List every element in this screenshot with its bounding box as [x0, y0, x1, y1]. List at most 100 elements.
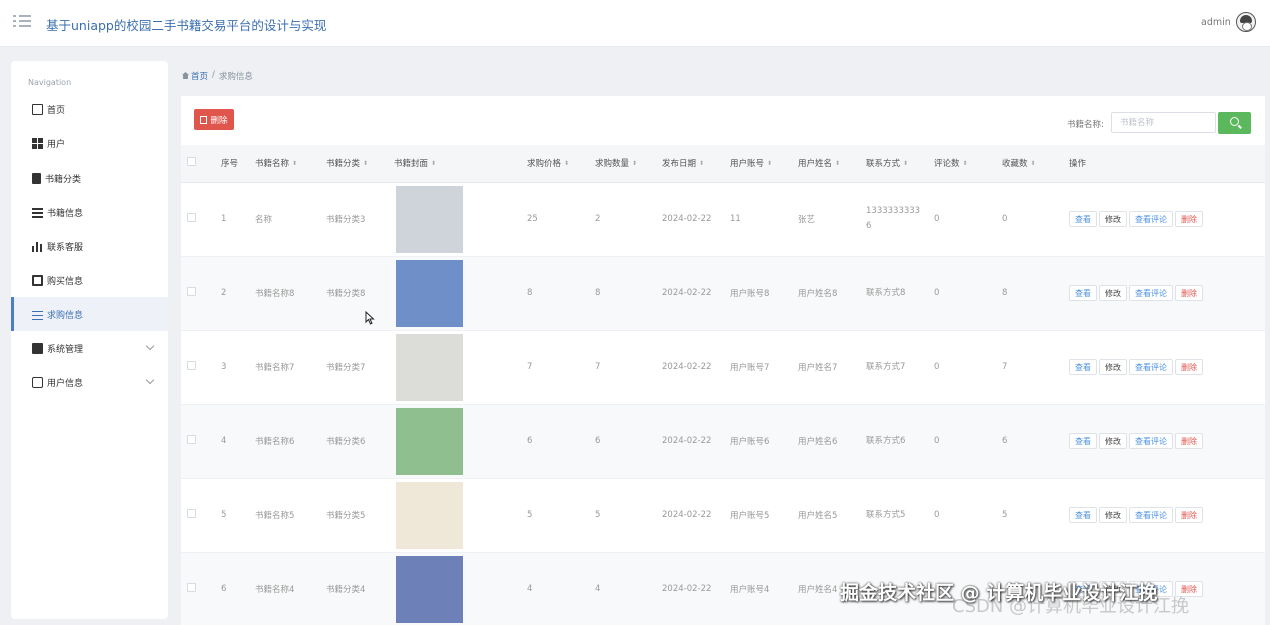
cell-username: 张艺 [792, 182, 860, 257]
col-header[interactable]: 求购数量 ⬍ [589, 145, 656, 183]
sidebar-item-wanted[interactable]: 求购信息 [11, 297, 168, 331]
sidebar-item-label: 书籍分类 [45, 174, 82, 185]
cell-name: 书籍名称8 [249, 256, 320, 331]
chart-icon [32, 342, 43, 354]
home-icon [32, 103, 43, 115]
cell-contact: 联系方式6 [860, 404, 928, 479]
batch-delete-button[interactable]: 删除 [194, 109, 234, 130]
search-input[interactable] [1111, 112, 1216, 133]
edit-button[interactable]: 修改 [1099, 507, 1127, 523]
cell-account: 用户账号6 [724, 404, 792, 479]
edit-button[interactable]: 修改 [1099, 211, 1127, 227]
sidebar-item-system[interactable]: 系统管理 [11, 331, 168, 365]
sidebar-item-home[interactable]: 首页 [11, 92, 168, 126]
cell-qty: 6 [589, 404, 656, 479]
search-button[interactable] [1218, 112, 1251, 134]
cell-date: 2024-02-22 [656, 478, 724, 553]
col-header[interactable]: 书籍名称 ⬍ [249, 145, 320, 183]
cell-name: 名称 [249, 182, 320, 257]
breadcrumb-current: 求购信息 [218, 72, 253, 82]
col-header[interactable]: 联系方式 ⬍ [860, 145, 928, 183]
cell-cover [388, 330, 521, 405]
cell-price: 8 [521, 256, 589, 331]
cell-price: 7 [521, 330, 589, 405]
view-comments-button[interactable]: 查看评论 [1129, 211, 1173, 227]
cell-comments: 0 [928, 478, 996, 553]
sidebar-item-label: 联系客服 [47, 242, 84, 253]
sidebar-item-book-info[interactable]: 书籍信息 [11, 195, 168, 229]
book-cover-image [396, 481, 463, 549]
cell-cover [388, 256, 521, 331]
col-header[interactable]: 评论数 ⬍ [928, 145, 996, 183]
book-cover-image [396, 259, 463, 327]
view-button[interactable]: 查看 [1069, 507, 1097, 523]
table-row: 1 名称 书籍分类3 25 2 2024-02-22 11 张艺 13333333336 0 0 查看… [181, 182, 1265, 257]
delete-row-button[interactable]: 删除 [1175, 211, 1203, 227]
sidebar-item-book-category[interactable]: 书籍分类 [11, 161, 168, 195]
view-comments-button[interactable]: 查看评论 [1129, 507, 1173, 523]
cell-comments: 0 [928, 404, 996, 479]
cell-username: 用户姓名6 [792, 404, 860, 479]
cell-qty: 4 [589, 552, 656, 625]
cell-category: 书籍分类4 [320, 552, 388, 625]
sidebar-item-users[interactable]: 用户 [11, 126, 168, 160]
row-checkbox[interactable] [181, 182, 215, 257]
col-header[interactable]: 用户姓名 ⬍ [792, 145, 860, 183]
home-icon [182, 72, 189, 79]
view-comments-button[interactable]: 查看评论 [1129, 285, 1173, 301]
col-header[interactable]: 发布日期 ⬍ [656, 145, 724, 183]
cell-cover [388, 552, 521, 625]
col-header: 操作 [1063, 145, 1265, 183]
wanted-table: 序号 书籍名称 ⬍ 书籍分类 ⬍ 书籍封面 ⬍ 求购价格 ⬍ 求购数量 ⬍ 发布日期 ⬍ 用… [181, 145, 1265, 625]
col-header[interactable]: 书籍封面 ⬍ [388, 145, 521, 183]
cell-cover [388, 182, 521, 257]
sidebar-item-label: 书籍信息 [47, 208, 84, 219]
edit-button[interactable]: 修改 [1099, 285, 1127, 301]
col-header[interactable]: 用户账号 ⬍ [724, 145, 792, 183]
avatar[interactable] [1236, 12, 1256, 32]
col-header[interactable]: 收藏数 ⬍ [996, 145, 1063, 183]
delete-row-button[interactable]: 删除 [1175, 507, 1203, 523]
cell-contact: 联系方式7 [860, 330, 928, 405]
view-comments-button[interactable]: 查看评论 [1129, 433, 1173, 449]
edit-button[interactable]: 修改 [1099, 433, 1127, 449]
delete-row-button[interactable]: 删除 [1175, 359, 1203, 375]
view-button[interactable]: 查看 [1069, 359, 1097, 375]
row-checkbox[interactable] [181, 404, 215, 479]
cell-actions: 查看 修改 查看评论 删除 [1063, 478, 1265, 553]
book-cover-image [396, 555, 463, 623]
sidebar-item-purchases[interactable]: 购买信息 [11, 263, 168, 297]
book-icon [32, 172, 41, 184]
cell-actions: 查看 修改 查看评论 删除 [1063, 404, 1265, 479]
cell-favorites: 6 [996, 404, 1063, 479]
view-button[interactable]: 查看 [1069, 285, 1097, 301]
breadcrumb-home[interactable]: 首页 [182, 70, 208, 82]
cell-contact: 联系方式8 [860, 256, 928, 331]
grid-icon [32, 137, 43, 149]
col-header[interactable]: 书籍分类 ⬍ [320, 145, 388, 183]
view-button[interactable]: 查看 [1069, 211, 1097, 227]
cell-price: 4 [521, 552, 589, 625]
col-header: 序号 [215, 145, 249, 183]
row-checkbox[interactable] [181, 330, 215, 405]
search-label: 书籍名称: [1067, 120, 1104, 130]
user-name[interactable]: admin [1201, 17, 1231, 28]
delete-row-button[interactable]: 删除 [1175, 285, 1203, 301]
bar-chart-icon [32, 240, 43, 252]
col-header[interactable]: 求购价格 ⬍ [521, 145, 589, 183]
list-icon [32, 206, 43, 218]
row-checkbox[interactable] [181, 552, 215, 625]
book-cover-image [396, 185, 463, 253]
view-button[interactable]: 查看 [1069, 433, 1097, 449]
cell-account: 用户账号5 [724, 478, 792, 553]
select-all-checkbox[interactable] [181, 145, 215, 183]
edit-button[interactable]: 修改 [1099, 359, 1127, 375]
delete-row-button[interactable]: 删除 [1175, 433, 1203, 449]
view-comments-button[interactable]: 查看评论 [1129, 359, 1173, 375]
row-checkbox[interactable] [181, 256, 215, 331]
sidebar-item-support[interactable]: 联系客服 [11, 229, 168, 263]
sidebar-item-user-info[interactable]: 用户信息 [11, 365, 168, 399]
menu-toggle-icon[interactable] [13, 13, 31, 29]
main-panel: 删除 书籍名称: 序号 书籍名称⬍ 书籍分类⬍ 书籍封面⬍ 求购价格⬍ 求购数量… [181, 96, 1265, 625]
row-checkbox[interactable] [181, 478, 215, 553]
